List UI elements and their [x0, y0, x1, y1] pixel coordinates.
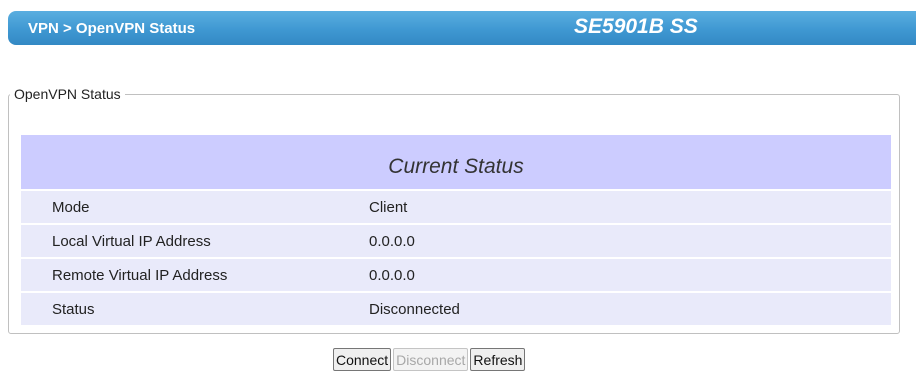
- table-row-mode: Mode Client: [21, 191, 891, 223]
- status-label: Status: [21, 293, 344, 325]
- current-status-title: Current Status: [21, 135, 891, 189]
- current-status-table: Current Status Mode Client Local Virtual…: [21, 133, 891, 327]
- openvpn-status-legend: OpenVPN Status: [14, 86, 121, 102]
- openvpn-status-group: OpenVPN Status Current Status Mode Clien…: [8, 86, 900, 334]
- connect-button[interactable]: Connect: [333, 348, 392, 371]
- local-virtual-ip-value: 0.0.0.0: [344, 225, 891, 257]
- local-virtual-ip-label: Local Virtual IP Address: [21, 225, 344, 257]
- table-row-status: Status Disconnected: [21, 293, 891, 325]
- device-model-title: SE5901B SS: [574, 15, 698, 38]
- table-title-row: Current Status: [21, 135, 891, 189]
- breadcrumb: VPN > OpenVPN Status: [28, 20, 196, 37]
- action-buttons: Connect Disconnect Refresh: [333, 348, 526, 371]
- mode-label: Mode: [21, 191, 344, 223]
- page-header: VPN > OpenVPN Status SE5901B SS: [8, 11, 916, 45]
- remote-virtual-ip-label: Remote Virtual IP Address: [21, 259, 344, 291]
- status-value: Disconnected: [344, 293, 891, 325]
- remote-virtual-ip-value: 0.0.0.0: [344, 259, 891, 291]
- mode-value: Client: [344, 191, 891, 223]
- disconnect-button[interactable]: Disconnect: [393, 348, 469, 371]
- refresh-button[interactable]: Refresh: [470, 348, 526, 371]
- table-row-local-virtual-ip: Local Virtual IP Address 0.0.0.0: [21, 225, 891, 257]
- table-row-remote-virtual-ip: Remote Virtual IP Address 0.0.0.0: [21, 259, 891, 291]
